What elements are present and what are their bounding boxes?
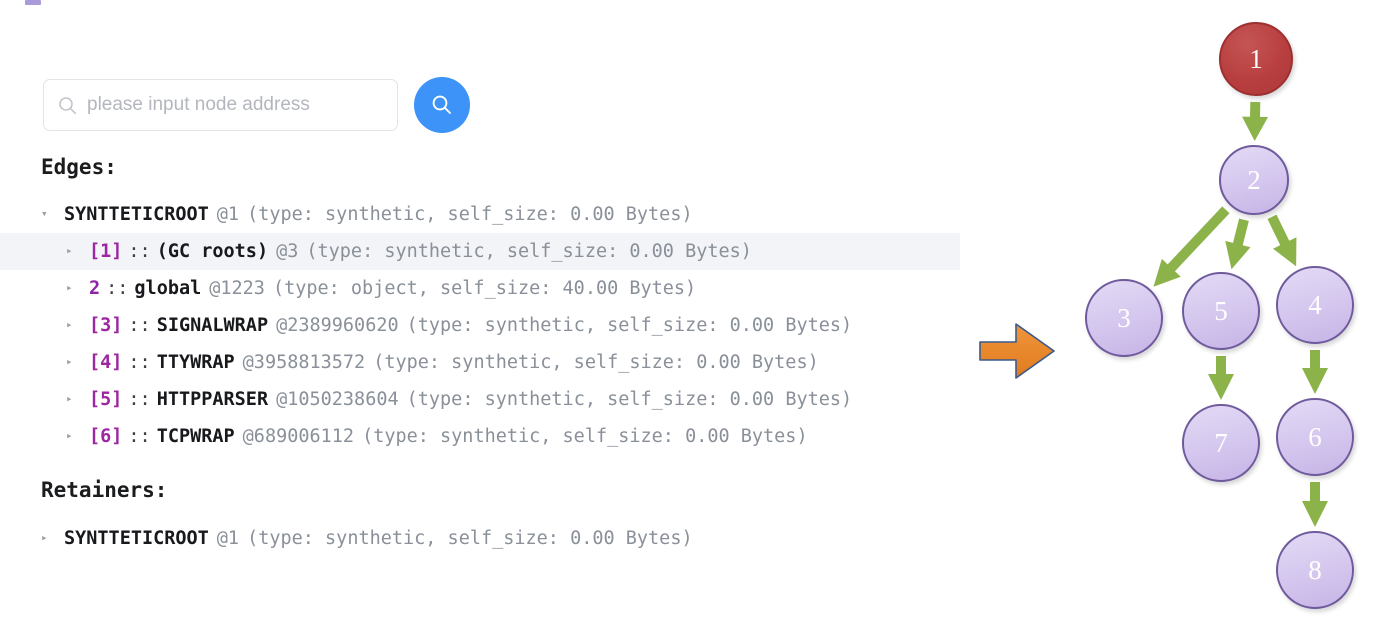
node-name: global bbox=[134, 278, 202, 299]
chevron-right-icon[interactable] bbox=[66, 356, 84, 367]
graph-edge-arrow-icon bbox=[1300, 348, 1330, 396]
node-address: @1050238604 bbox=[276, 389, 399, 410]
node-meta: (type: object, self_size: 40.00 Bytes) bbox=[272, 278, 697, 299]
node-address: @3958813572 bbox=[242, 352, 366, 373]
chevron-right-icon[interactable] bbox=[66, 282, 84, 293]
search-icon bbox=[432, 95, 451, 114]
graph-node-label: 2 bbox=[1247, 164, 1261, 195]
node-meta: (type: synthetic, self_size: 0.00 Bytes) bbox=[362, 426, 808, 447]
graph-node[interactable]: 4 bbox=[1276, 266, 1354, 344]
tree-row[interactable]: [3]::SIGNALWRAP @2389960620 (type: synthet… bbox=[0, 307, 960, 344]
edges-tree: SYNTTETICROOT @1 (type: synthetic, self_si… bbox=[0, 196, 960, 455]
tree-row[interactable]: 2::global @1223 (type: object, self_size: … bbox=[0, 270, 960, 307]
edge-index: [3] bbox=[89, 315, 123, 336]
edge-separator: :: bbox=[128, 315, 151, 336]
node-name: TTYWRAP bbox=[156, 352, 235, 373]
graph-node[interactable]: 3 bbox=[1085, 279, 1163, 357]
search-button[interactable] bbox=[414, 77, 470, 133]
search-input-wrapper[interactable] bbox=[43, 79, 398, 131]
graph-edge-arrow-icon bbox=[1240, 99, 1271, 144]
graph-node-label: 7 bbox=[1214, 427, 1228, 458]
heap-node-detail-panel: Edges: SYNTTETICROOT @1 (type: synthetic, … bbox=[0, 0, 960, 626]
node-meta: (type: synthetic, self_size: 0.00 Bytes) bbox=[406, 315, 853, 336]
edge-index: 2 bbox=[89, 278, 101, 299]
graph-edge-arrow-icon bbox=[1300, 480, 1330, 529]
graph-node-label: 8 bbox=[1308, 554, 1322, 585]
chevron-right-icon[interactable] bbox=[66, 245, 84, 256]
graph-node-label: 6 bbox=[1308, 421, 1322, 452]
chevron-right-icon[interactable] bbox=[66, 319, 84, 330]
graph-node[interactable]: 2 bbox=[1219, 145, 1289, 215]
chevron-down-icon[interactable] bbox=[41, 208, 59, 219]
graph-node[interactable]: 1 bbox=[1219, 22, 1293, 96]
right-arrow-icon bbox=[978, 318, 1056, 384]
tree-row[interactable]: SYNTTETICROOT @1 (type: synthetic, self_si… bbox=[0, 520, 960, 557]
search-row bbox=[43, 77, 470, 133]
chevron-right-icon[interactable] bbox=[41, 532, 59, 543]
graph-node[interactable]: 7 bbox=[1182, 404, 1260, 482]
graph-edge-arrow-icon bbox=[1265, 212, 1299, 269]
edges-section-title: Edges: bbox=[41, 155, 117, 179]
node-meta: (type: synthetic, self_size: 0.00 Bytes) bbox=[247, 528, 693, 549]
node-address: @2389960620 bbox=[276, 315, 399, 336]
tree-row[interactable]: [1]::(GC roots) @3 (type: synthetic, self_… bbox=[0, 233, 960, 270]
edge-separator: :: bbox=[128, 389, 151, 410]
node-reference-graph: 1 2 3 5 4 7 6 8 bbox=[1060, 0, 1400, 626]
graph-node-label: 1 bbox=[1249, 43, 1263, 74]
graph-edge-arrow-icon bbox=[1206, 354, 1236, 402]
edge-index: [6] bbox=[89, 426, 123, 447]
edge-index: [4] bbox=[89, 352, 123, 373]
graph-node-label: 3 bbox=[1117, 302, 1131, 333]
chevron-right-icon[interactable] bbox=[66, 430, 84, 441]
node-address: @1223 bbox=[209, 278, 265, 299]
graph-node[interactable]: 5 bbox=[1182, 272, 1260, 350]
chevron-right-icon[interactable] bbox=[66, 393, 84, 404]
edge-separator: :: bbox=[128, 352, 151, 373]
search-input[interactable] bbox=[87, 94, 383, 116]
graph-node-label: 5 bbox=[1214, 295, 1228, 326]
tree-row[interactable]: [6]::TCPWRAP @689006112 (type: synthetic, … bbox=[0, 418, 960, 455]
graph-node[interactable]: 6 bbox=[1276, 398, 1354, 476]
node-name: TCPWRAP bbox=[156, 426, 235, 447]
edge-index: [5] bbox=[89, 389, 123, 410]
node-address: @3 bbox=[276, 241, 299, 262]
graph-edge-arrow-icon bbox=[1223, 216, 1253, 272]
tree-row[interactable]: [4]::TTYWRAP @3958813572 (type: synthetic,… bbox=[0, 344, 960, 381]
node-name: SYNTTETICROOT bbox=[64, 528, 209, 549]
node-meta: (type: synthetic, self_size: 0.00 Bytes) bbox=[406, 389, 853, 410]
node-address: @1 bbox=[216, 204, 240, 225]
graph-node[interactable]: 8 bbox=[1276, 531, 1354, 609]
edge-index: [1] bbox=[89, 241, 123, 262]
edge-separator: :: bbox=[128, 241, 151, 262]
node-name: HTTPPARSER bbox=[156, 389, 269, 410]
retainers-tree: SYNTTETICROOT @1 (type: synthetic, self_si… bbox=[0, 520, 960, 557]
node-meta: (type: synthetic, self_size: 0.00 Bytes) bbox=[373, 352, 819, 373]
tree-row[interactable]: SYNTTETICROOT @1 (type: synthetic, self_si… bbox=[0, 196, 960, 233]
node-name: SYNTTETICROOT bbox=[64, 204, 209, 225]
node-meta: (type: synthetic, self_size: 0.00 Bytes) bbox=[247, 204, 693, 225]
edge-separator: :: bbox=[106, 278, 129, 299]
node-meta: (type: synthetic, self_size: 0.00 Bytes) bbox=[306, 241, 752, 262]
graph-node-label: 4 bbox=[1308, 289, 1322, 320]
node-name: (GC roots) bbox=[156, 241, 269, 262]
search-icon bbox=[59, 96, 77, 114]
edge-separator: :: bbox=[128, 426, 151, 447]
node-address: @1 bbox=[216, 528, 240, 549]
node-name: SIGNALWRAP bbox=[156, 315, 269, 336]
node-address: @689006112 bbox=[242, 426, 355, 447]
retainers-section-title: Retainers: bbox=[41, 478, 168, 502]
tree-row[interactable]: [5]::HTTPPARSER @1050238604 (type: synthet… bbox=[0, 381, 960, 418]
